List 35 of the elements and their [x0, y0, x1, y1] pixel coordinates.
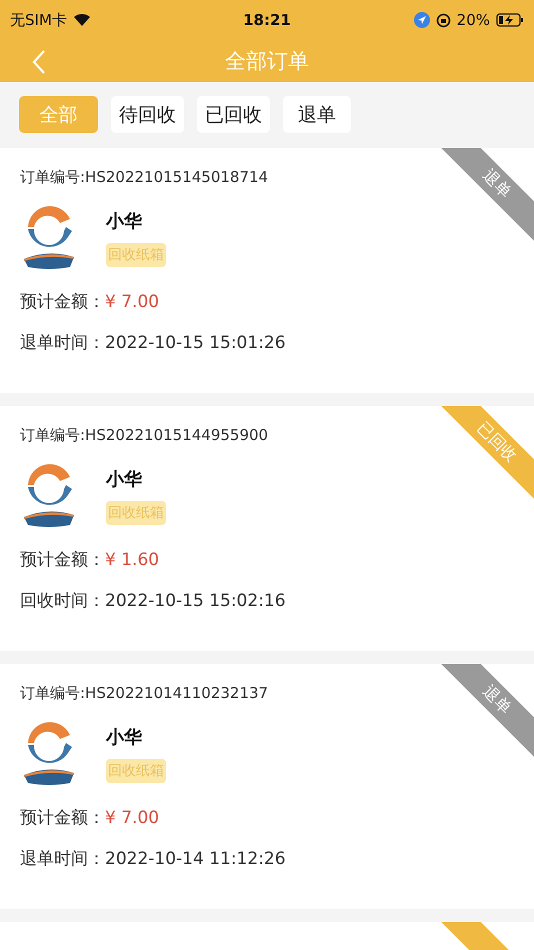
amount-label: 预计金额： [20, 807, 105, 829]
time-label: 回收时间： [20, 590, 105, 612]
carrier-label: 无SIM卡 [10, 10, 67, 30]
filter-tab[interactable]: 待回收 [111, 96, 184, 133]
time-value: 2022-10-15 15:02:16 [105, 591, 286, 611]
order-number: 订单编号:HS20221014110232137 [20, 684, 268, 703]
time-value: 2022-10-15 15:01:26 [105, 333, 286, 353]
category-tag: 回收纸箱 [106, 243, 166, 267]
wifi-icon [72, 13, 91, 27]
amount-label: 预计金额： [20, 291, 105, 313]
category-tag: 回收纸箱 [106, 501, 166, 525]
time-label: 退单时间： [20, 848, 105, 870]
filter-tab[interactable]: 已回收 [197, 96, 270, 133]
location-icon [414, 12, 430, 28]
customer-name: 小华 [106, 210, 143, 233]
filter-tab[interactable]: 退单 [283, 96, 351, 133]
battery-percent: 20% [456, 11, 490, 29]
battery-charging-icon [496, 13, 524, 27]
page-title: 全部订单 [225, 48, 309, 75]
customer-name: 小华 [106, 468, 143, 491]
amount-label: 预计金额： [20, 549, 105, 571]
rotation-lock-icon [436, 12, 451, 28]
customer-name: 小华 [106, 726, 143, 749]
clock: 18:21 [243, 11, 291, 29]
category-tag: 回收纸箱 [106, 759, 166, 783]
amount-value: ¥ 1.60 [105, 550, 160, 570]
amount-value: ¥ 7.00 [105, 808, 160, 828]
amount-value: ¥ 7.00 [105, 292, 160, 312]
order-card[interactable]: 订单编号:HS20221015145018714 小华 回收纸箱 预计金额：¥ 7.00 退单时间：2022-10-15 15:01:26 退单 [0, 148, 534, 393]
order-card[interactable]: 订单编号:HS20221014110232137 小华 回收纸箱 预计金额：¥ 7.00 退单时间：2022-10-14 11:12:26 退单 [0, 664, 534, 909]
order-card[interactable]: 订单编号:HS20221015144955900 小华 回收纸箱 预计金额：¥ 1.60 回收时间：2022-10-15 15:02:16 已回收 [0, 406, 534, 651]
order-number: 订单编号:HS20221015144955900 [20, 426, 268, 445]
time-label: 退单时间： [20, 332, 105, 354]
order-number: 订单编号:HS20221015145018714 [20, 168, 268, 187]
time-value: 2022-10-14 11:12:26 [105, 849, 286, 869]
